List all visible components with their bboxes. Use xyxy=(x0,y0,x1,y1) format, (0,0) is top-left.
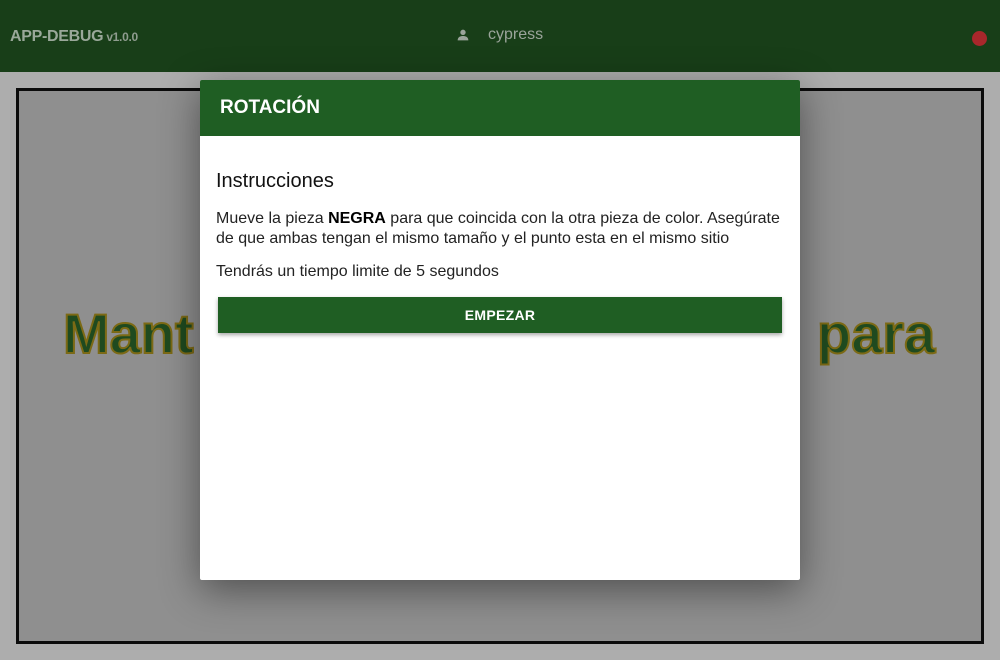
dialog-header: ROTACIÓN xyxy=(200,80,800,136)
dialog-title: ROTACIÓN xyxy=(220,97,320,118)
dialog-body: Instrucciones Mueve la pieza NEGRA para … xyxy=(200,170,800,333)
status-indicator xyxy=(972,31,987,46)
user-menu[interactable]: cypress xyxy=(455,26,543,44)
top-bar: APP-DEBUG v1.0.0 cypress xyxy=(0,0,1000,72)
stage-text-left: Mant xyxy=(62,301,195,366)
app-title: APP-DEBUG v1.0.0 xyxy=(10,28,138,46)
instructions-highlight: NEGRA xyxy=(328,210,386,227)
app-name: APP-DEBUG xyxy=(10,28,104,45)
app-version: v1.0.0 xyxy=(106,30,138,44)
instructions-heading: Instrucciones xyxy=(216,170,334,192)
start-button[interactable]: EMPEZAR xyxy=(218,297,782,333)
instructions-dialog: ROTACIÓN Instrucciones Mueve la pieza NE… xyxy=(200,80,800,580)
time-limit-text: Tendrás un tiempo limite de 5 segundos xyxy=(216,263,499,280)
person-icon xyxy=(457,29,469,41)
stage-text-right: para xyxy=(816,301,936,366)
instructions-text: Mueve la pieza NEGRA para que coincida c… xyxy=(216,209,784,249)
instructions-text-start: Mueve la pieza xyxy=(216,210,329,227)
user-name: cypress xyxy=(488,26,544,43)
